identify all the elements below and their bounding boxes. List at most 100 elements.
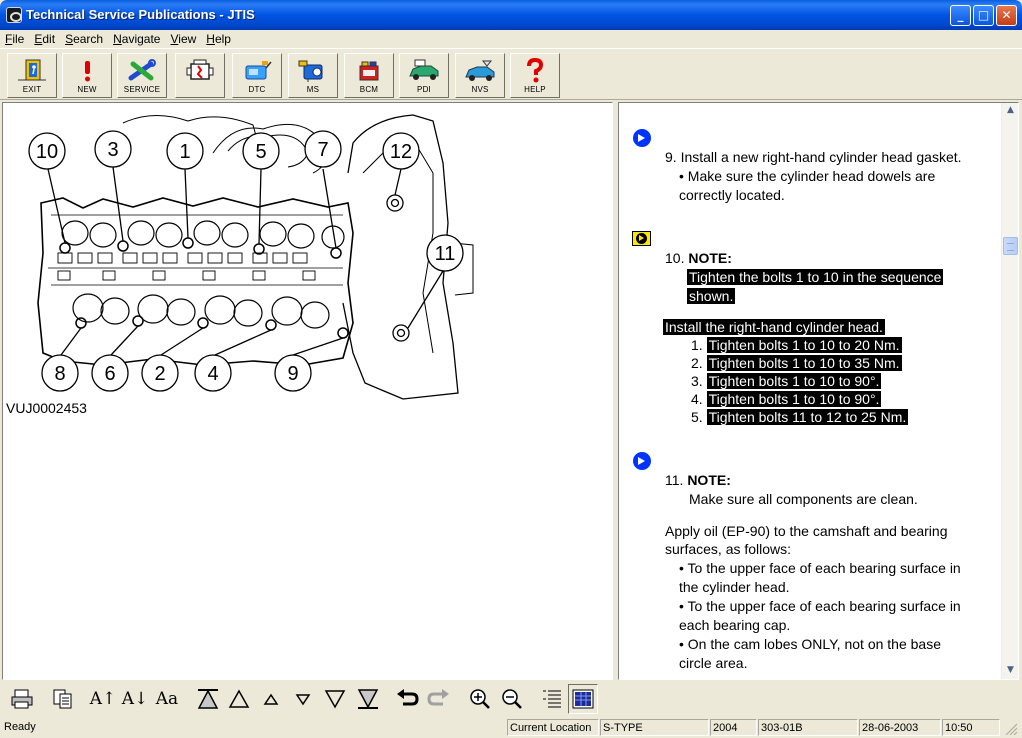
- copy-icon: [53, 689, 72, 709]
- pdi-button[interactable]: PDI: [399, 53, 449, 98]
- previous-section-icon: [228, 689, 250, 708]
- document-pane[interactable]: 9. Install a new right-hand cylinder hea…: [618, 102, 1019, 680]
- step-9-bullet-cont: correctly located.: [679, 187, 785, 203]
- font-smaller-button[interactable]: A↓: [120, 684, 150, 714]
- menu-search[interactable]: Search: [60, 31, 108, 47]
- menu-edit[interactable]: Edit: [29, 31, 60, 47]
- service-label: SERVICE: [123, 85, 161, 94]
- close-button[interactable]: ✕: [996, 5, 1017, 26]
- first-page-button[interactable]: [193, 684, 223, 714]
- split-view-button[interactable]: [568, 684, 598, 714]
- menu-view[interactable]: View: [165, 31, 201, 47]
- zoom-out-icon: [502, 689, 522, 709]
- zoom-out-button[interactable]: [497, 684, 527, 714]
- current-step-arrow-icon[interactable]: [632, 231, 651, 246]
- app-icon[interactable]: [6, 7, 22, 23]
- step-arrow-icon[interactable]: [633, 129, 651, 147]
- bullet-1-line1: • To the upper face of each bearing surf…: [679, 560, 961, 576]
- navigation-toolbar: A↑ A↓ Aa: [0, 680, 1022, 717]
- step-arrow-icon[interactable]: [633, 452, 651, 470]
- resize-grip-icon[interactable]: [1004, 722, 1018, 736]
- font-larger-button[interactable]: A↑: [88, 684, 118, 714]
- exit-door-icon: [18, 59, 46, 81]
- ms-icon: [298, 60, 323, 82]
- dtc-button[interactable]: DTC: [232, 53, 282, 98]
- step-11-heading: 11. NOTE:: [665, 471, 731, 490]
- maximize-button[interactable]: □: [973, 5, 994, 26]
- substep-5-number: 5.: [691, 409, 703, 425]
- step-9-bullet: • Make sure the cylinder head dowels are: [679, 168, 936, 184]
- callout-5: 5: [255, 141, 266, 163]
- previous-section-button[interactable]: [224, 684, 254, 714]
- font-smaller-icon: A↓: [121, 689, 149, 709]
- substep-4: 4. Tighten bolts 1 to 10 to 90°.: [691, 390, 882, 409]
- engine-button[interactable]: [175, 53, 225, 98]
- exit-button[interactable]: EXIT: [7, 53, 57, 98]
- scroll-thumb[interactable]: [1003, 237, 1018, 255]
- split-view-icon: [572, 689, 594, 709]
- minimize-button[interactable]: _: [950, 5, 971, 26]
- step-11-note-label: NOTE:: [687, 472, 731, 488]
- intro-highlight: Install the right-hand cylinder head.: [663, 319, 885, 335]
- menu-navigate[interactable]: Navigate: [108, 31, 165, 47]
- copy-button[interactable]: [48, 684, 78, 714]
- note-highlight-1: Tighten the bolts 1 to 10 in the sequenc…: [687, 269, 944, 285]
- substep-3-text: Tighten bolts 1 to 10 to 90°.: [706, 373, 882, 389]
- ms-button[interactable]: MS: [288, 53, 338, 98]
- first-page-icon: [197, 689, 219, 709]
- menu-help[interactable]: Help: [201, 31, 236, 47]
- bullet-2-line2: each bearing cap.: [679, 617, 791, 633]
- previous-step-button[interactable]: [256, 684, 286, 714]
- status-year: 2004: [710, 719, 757, 736]
- scroll-up-icon[interactable]: ▲: [1003, 103, 1018, 118]
- bcm-icon: [359, 61, 379, 81]
- status-time: 10:50: [942, 719, 1000, 736]
- step-10-intro: Install the right-hand cylinder head.: [663, 318, 885, 337]
- next-step-button[interactable]: [288, 684, 318, 714]
- service-button[interactable]: SERVICE: [117, 53, 167, 98]
- substep-4-number: 4.: [691, 391, 703, 407]
- bcm-button[interactable]: BCM: [344, 53, 394, 98]
- print-button[interactable]: [7, 684, 37, 714]
- dtc-icon: [245, 61, 272, 80]
- next-section-button[interactable]: [320, 684, 350, 714]
- step-10-note-line2: shown.: [687, 287, 736, 306]
- font-face-icon: Aa: [155, 689, 179, 709]
- substep-5-text: Tighten bolts 11 to 12 to 25 Nm.: [706, 409, 909, 425]
- substep-2: 2. Tighten bolts 1 to 10 to 35 Nm.: [691, 354, 902, 373]
- back-button[interactable]: [392, 684, 422, 714]
- status-location-label: Current Location: [507, 719, 599, 736]
- dtc-label: DTC: [248, 85, 266, 94]
- nvs-button[interactable]: NVS: [455, 53, 505, 98]
- print-icon: [11, 689, 33, 709]
- zoom-in-button[interactable]: [465, 684, 495, 714]
- substep-1-text: Tighten bolts 1 to 10 to 20 Nm.: [706, 337, 902, 353]
- previous-step-icon: [263, 693, 279, 705]
- cylinder-head-illustration: 10 3 1 5 7 12 11 8 6 2 4 9: [28, 114, 474, 400]
- nvs-label: NVS: [471, 85, 489, 94]
- status-section: 303-01B: [758, 719, 858, 736]
- font-face-button[interactable]: Aa: [152, 684, 182, 714]
- engine-block-icon: [186, 59, 214, 80]
- bcm-label: BCM: [359, 85, 379, 94]
- new-button[interactable]: NEW: [62, 53, 112, 98]
- callout-11: 11: [435, 243, 456, 265]
- substep-2-text: Tighten bolts 1 to 10 to 35 Nm.: [706, 355, 902, 371]
- step-10-heading: 10. NOTE:: [665, 249, 732, 268]
- callout-6: 6: [104, 363, 115, 385]
- text-only-view-button[interactable]: [537, 684, 567, 714]
- service-tools-icon: [128, 59, 156, 81]
- scroll-down-icon[interactable]: ▼: [1003, 663, 1018, 678]
- status-ready: Ready: [4, 721, 36, 733]
- last-page-button[interactable]: [353, 684, 383, 714]
- callout-7: 7: [317, 139, 328, 161]
- bullet-3-line1: • On the cam lobes ONLY, not on the base: [679, 636, 941, 652]
- document-scrollbar[interactable]: ▲ ▼: [1001, 103, 1018, 679]
- help-button[interactable]: HELP: [510, 53, 560, 98]
- callout-9: 9: [287, 363, 298, 385]
- window-title: Technical Service Publications - JTIS: [26, 7, 255, 22]
- illustration-pane[interactable]: 10 3 1 5 7 12 11 8 6 2 4 9 VUJ0002453: [2, 102, 613, 680]
- step-10-number: 10.: [665, 250, 689, 266]
- menu-file[interactable]: File: [0, 31, 29, 47]
- forward-button[interactable]: [424, 684, 454, 714]
